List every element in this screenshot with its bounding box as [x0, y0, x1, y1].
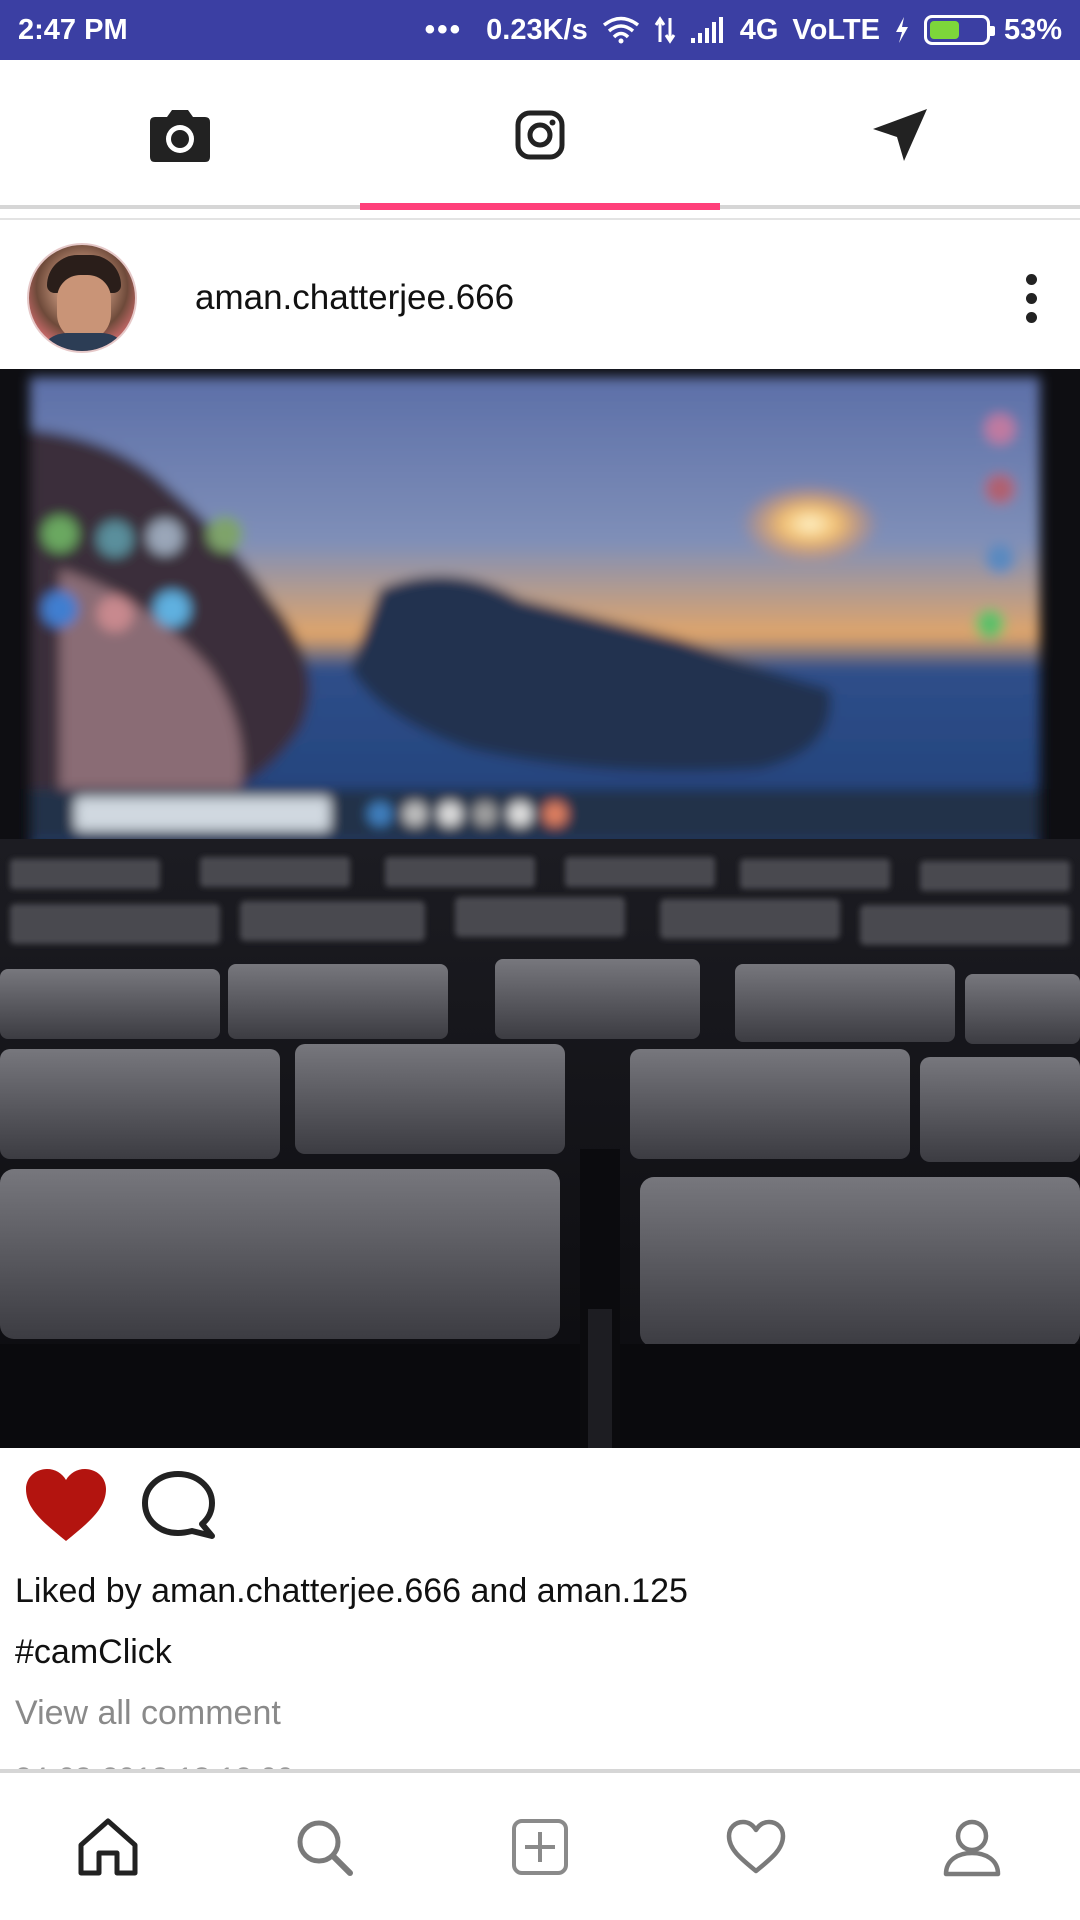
post-caption: #camClick [15, 1633, 172, 1671]
tab-direct[interactable] [720, 60, 1080, 210]
heart-outline-icon [726, 1819, 786, 1873]
tab-instagram[interactable] [360, 60, 720, 210]
post-actions [0, 1460, 1080, 1550]
add-post-icon [512, 1818, 568, 1875]
battery-percent: 53% [1003, 13, 1062, 46]
comment-icon[interactable] [142, 1470, 216, 1540]
send-icon [873, 109, 927, 161]
volte-label: VoLTE [792, 13, 880, 46]
status-time: 2:47 PM [18, 13, 128, 46]
battery-icon [923, 15, 995, 45]
post-image[interactable] [0, 369, 1080, 1448]
post-username[interactable]: aman.chatterjee.666 [195, 278, 514, 318]
laptop-keyboard-photo [0, 369, 1080, 1448]
divider [0, 218, 1080, 220]
status-indicators: ••• 0.23K/s 4G VoLTE 53% [425, 13, 1062, 47]
nav-search[interactable] [216, 1773, 432, 1920]
post-header: aman.chatterjee.666 [0, 228, 1080, 368]
bottom-nav [0, 1773, 1080, 1920]
network-speed: 0.23K/s [486, 13, 588, 46]
tab-selected-indicator [360, 203, 720, 210]
profile-icon [943, 1819, 1001, 1876]
nav-profile[interactable] [864, 1773, 1080, 1920]
nav-home[interactable] [0, 1773, 216, 1920]
charging-icon [895, 17, 908, 43]
like-heart-icon[interactable] [24, 1467, 108, 1543]
top-tab-bar [0, 60, 1080, 210]
camera-icon [150, 110, 210, 162]
battery-fill [929, 21, 959, 39]
nav-add-post[interactable] [432, 1773, 648, 1920]
notification-dots-icon: ••• [424, 13, 463, 46]
tab-camera[interactable] [0, 60, 360, 210]
status-bar: 2:47 PM ••• 0.23K/s 4G VoLTE 53% [0, 0, 1080, 60]
nav-activity[interactable] [648, 1773, 864, 1920]
search-icon [297, 1820, 353, 1876]
avatar[interactable] [27, 243, 137, 353]
more-options-icon[interactable] [1020, 268, 1043, 329]
likes-text[interactable]: Liked by aman.chatterjee.666 and aman.12… [15, 1572, 688, 1611]
wifi-icon [602, 16, 639, 44]
instagram-icon [515, 110, 565, 160]
home-icon [78, 1818, 138, 1875]
network-type: 4G [739, 13, 779, 46]
data-transfer-icon [654, 16, 675, 44]
view-all-comments-link[interactable]: View all comment [15, 1694, 281, 1733]
signal-icon [690, 17, 723, 43]
